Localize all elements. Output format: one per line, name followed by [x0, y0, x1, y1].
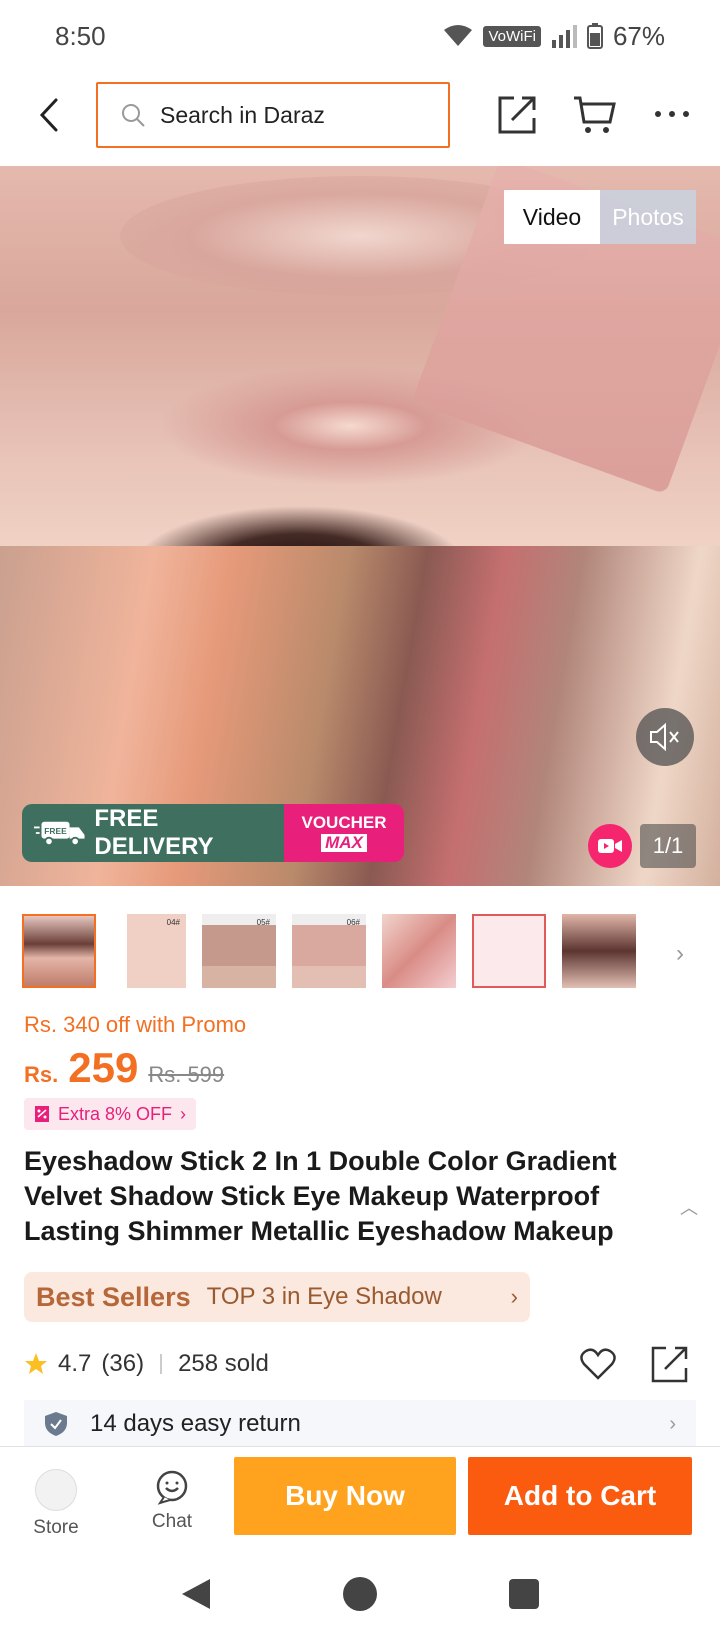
- status-time: 8:50: [55, 20, 106, 51]
- battery-percent: 67%: [612, 20, 665, 51]
- thumbnail[interactable]: [562, 914, 636, 988]
- tab-video[interactable]: Video: [504, 190, 600, 244]
- delivery-truck-icon: FREE: [34, 821, 85, 847]
- max-text: MAX: [321, 834, 367, 852]
- buy-now-button[interactable]: Buy Now: [234, 1457, 456, 1535]
- best-sellers-banner[interactable]: Best Sellers TOP 3 in Eye Shadow ›: [24, 1272, 530, 1322]
- free-delivery-text: FREE DELIVERY: [94, 805, 214, 860]
- search-bar[interactable]: Search in Daraz: [96, 82, 450, 148]
- extra-off-badge[interactable]: Extra 8% OFF ›: [24, 1098, 197, 1130]
- free-delivery-badge: FREE FREE DELIVERY: [22, 804, 284, 862]
- store-button[interactable]: Store: [16, 1469, 96, 1539]
- thumbnail[interactable]: 05#: [202, 914, 276, 988]
- product-title: Eyeshadow Stick 2 In 1 Double Color Grad…: [24, 1146, 617, 1246]
- action-bar: Store Chat Buy Now Add to Cart: [0, 1446, 720, 1549]
- price-current: 259: [68, 1044, 139, 1091]
- promo-text: Rs. 340 off with Promo: [24, 1012, 247, 1037]
- speaker-muted-icon: [650, 722, 679, 752]
- video-button[interactable]: [588, 824, 632, 868]
- coupon-icon: [35, 1106, 49, 1122]
- chat-label: Chat: [151, 1511, 193, 1532]
- returns-text: 14 days easy return: [90, 1410, 301, 1437]
- chevron-right-icon: ›: [669, 1412, 676, 1435]
- video-camera-icon: [598, 839, 622, 853]
- thumbnail-next-icon[interactable]: ›: [676, 940, 684, 968]
- back-arrow-icon[interactable]: [30, 90, 70, 140]
- star-icon: [25, 1353, 47, 1374]
- chat-icon: [156, 1470, 188, 1505]
- media-counter: 1/1: [640, 824, 696, 868]
- chevron-up-icon[interactable]: ︿: [680, 1194, 698, 1220]
- divider: [160, 1354, 163, 1374]
- thumbnail[interactable]: 06#: [292, 914, 366, 988]
- signal-icon: [551, 25, 577, 48]
- sold-count: 258 sold: [178, 1350, 269, 1377]
- best-sellers-title: Best Sellers: [36, 1281, 191, 1312]
- shield-check-icon: [45, 1412, 67, 1436]
- thumbnail-label: 04#: [166, 918, 180, 927]
- thumbnail[interactable]: [22, 914, 96, 988]
- nav-home-icon[interactable]: [342, 1576, 378, 1612]
- nav-back-icon[interactable]: [178, 1576, 214, 1612]
- nav-recents-icon[interactable]: [506, 1576, 542, 1612]
- chat-button[interactable]: Chat: [132, 1469, 212, 1533]
- more-options-icon[interactable]: [648, 90, 696, 138]
- cart-icon[interactable]: [570, 90, 618, 138]
- extra-off-text: Extra 8% OFF: [58, 1103, 173, 1124]
- search-placeholder: Search in Daraz: [160, 101, 325, 128]
- voucher-text: VOUCHER: [301, 813, 387, 832]
- top-bar: Search in Daraz: [0, 80, 720, 154]
- chevron-right-icon: ›: [510, 1284, 518, 1309]
- vowifi-badge: VoWiFi: [483, 25, 541, 47]
- price-block: Rs. 259 Rs. 599: [24, 1044, 224, 1092]
- price-currency: Rs.: [24, 1062, 59, 1087]
- voucher-max-badge: VOUCHER MAX: [284, 804, 404, 862]
- status-bar: 8:50 VoWiFi 67%: [0, 0, 720, 72]
- thumbnail[interactable]: 04#: [112, 914, 186, 988]
- thumbnail[interactable]: [382, 914, 456, 988]
- returns-row[interactable]: 14 days easy return ›: [24, 1400, 696, 1448]
- thumbnail[interactable]: [472, 914, 546, 988]
- mute-button[interactable]: [636, 708, 694, 766]
- status-icons: VoWiFi 67%: [443, 21, 665, 52]
- best-sellers-rank: TOP 3 in Eye Shadow: [206, 1283, 442, 1310]
- tab-photos[interactable]: Photos: [600, 190, 696, 244]
- wifi-icon: [444, 25, 473, 46]
- add-to-cart-button[interactable]: Add to Cart: [468, 1457, 692, 1535]
- search-icon: [122, 104, 145, 127]
- wishlist-heart-icon[interactable]: [578, 1344, 618, 1384]
- media-tabs: Video Photos: [504, 190, 696, 244]
- rating-row[interactable]: 4.7 (36) 258 sold: [24, 1350, 269, 1378]
- share-icon[interactable]: [650, 1344, 690, 1384]
- thumbnail-label: 05#: [256, 918, 270, 927]
- rating-count: (36): [101, 1350, 145, 1377]
- price-original: Rs. 599: [148, 1062, 225, 1087]
- free-tag: FREE: [44, 826, 67, 836]
- system-nav-bar: [0, 1550, 720, 1640]
- rating-score: 4.7: [58, 1350, 92, 1377]
- chevron-right-icon: ›: [180, 1103, 187, 1124]
- thumbnail-label: 06#: [346, 918, 360, 927]
- store-logo-icon: [35, 1469, 77, 1511]
- share-icon[interactable]: [494, 90, 542, 138]
- thumbnail-strip: 04# 05# 06#: [22, 914, 712, 988]
- promo-badge: FREE FREE DELIVERY VOUCHER MAX: [22, 804, 404, 862]
- product-media[interactable]: Video Photos FREE FREE DELIVERY VOUCHER …: [0, 166, 720, 886]
- store-label: Store: [33, 1517, 79, 1538]
- battery-icon: [586, 23, 603, 49]
